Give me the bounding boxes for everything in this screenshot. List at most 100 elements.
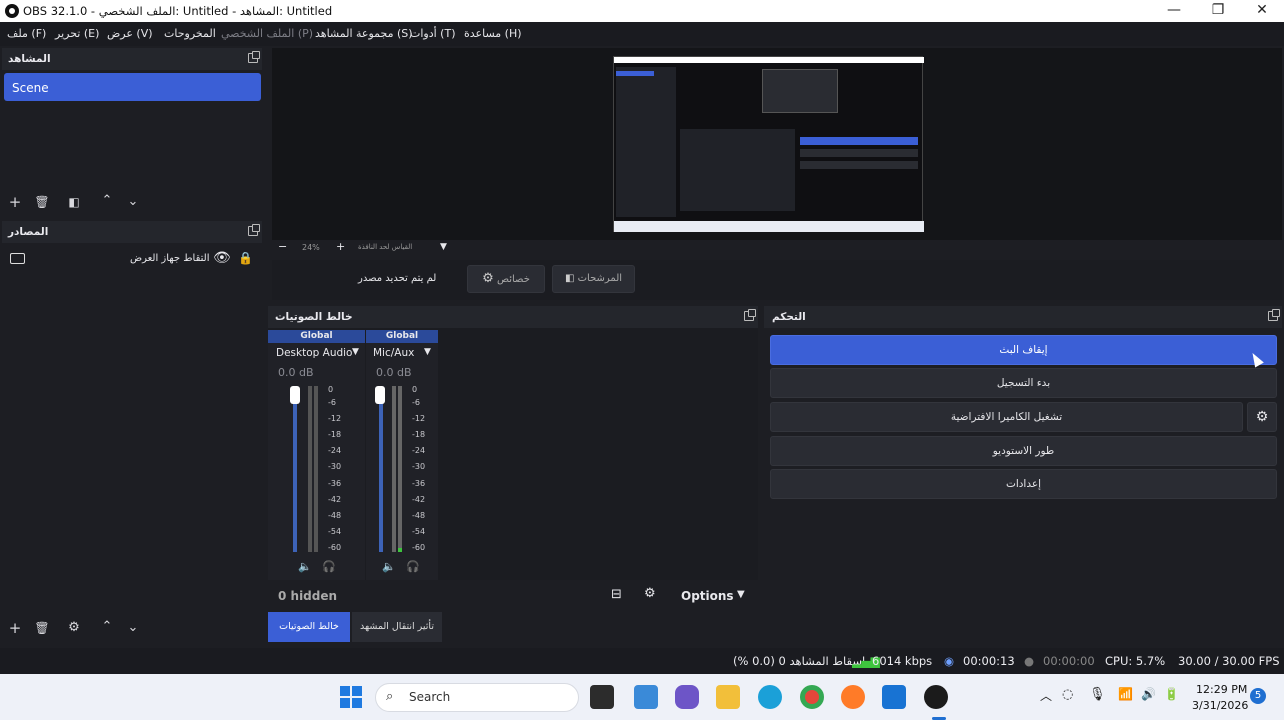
options-button[interactable]: Options: [681, 589, 734, 603]
stop-streaming-button[interactable]: إيقاف البث: [770, 335, 1277, 365]
move-up-icon[interactable]: ⌃: [98, 192, 116, 210]
volume-slider-track[interactable]: [293, 392, 297, 552]
taskbar-search[interactable]: ⌕ Search: [375, 683, 579, 712]
store-icon[interactable]: [882, 685, 906, 709]
volume-slider-track[interactable]: [379, 392, 383, 552]
start-virtual-camera-button[interactable]: تشغيل الكاميرا الافتراضية: [770, 402, 1243, 432]
teams-icon[interactable]: [675, 685, 699, 709]
source-context-bar: لم يتم تحديد مصدر ⚙ خصائص ◧ المرشحات: [272, 260, 1282, 300]
obs-tray-icon[interactable]: ◌: [1062, 687, 1073, 702]
widgets-icon[interactable]: [634, 685, 658, 709]
chrome-icon[interactable]: [800, 685, 824, 709]
settings-button[interactable]: إعدادات: [770, 469, 1277, 499]
gear-icon[interactable]: ⚙: [65, 619, 83, 637]
sources-list: التقاط جهاز العرض 👁 🔒: [2, 243, 262, 613]
windows-start-icon[interactable]: [340, 686, 362, 708]
chevron-down-icon[interactable]: ▼: [352, 347, 359, 357]
level-meter: [392, 386, 396, 552]
zoom-in-button[interactable]: +: [336, 240, 345, 253]
move-down-icon[interactable]: ⌄: [124, 193, 142, 211]
dropped-frames: إسقاط المشاهد 0 (0.0 %): [733, 654, 866, 668]
menu-file[interactable]: ملف (F): [7, 27, 46, 40]
db-mark: -30: [328, 462, 342, 471]
scale-mode-label[interactable]: القياس لحد النافذة: [358, 243, 412, 251]
chevron-down-icon[interactable]: ▼: [424, 347, 431, 357]
chevron-down-icon[interactable]: ▼: [440, 242, 447, 252]
battery-icon[interactable]: 🔋: [1164, 687, 1179, 701]
microphone-icon[interactable]: 🎙: [1089, 687, 1106, 702]
maximize-button[interactable]: ❐: [1196, 0, 1240, 22]
db-scale: 0 -6 -12 -18 -24 -30 -36 -42 -48 -54 -60: [328, 385, 363, 555]
channel-name[interactable]: Desktop Audio: [276, 347, 352, 359]
menu-edit[interactable]: تحرير (E): [55, 27, 99, 40]
volume-slider-handle[interactable]: [375, 386, 385, 404]
headphones-icon[interactable]: 🎧: [322, 560, 336, 573]
minimize-button[interactable]: —: [1152, 0, 1196, 22]
filters-label: المرشحات: [577, 273, 623, 284]
sources-toolbar: + 🗑 ⚙ ⌃ ⌄: [2, 616, 262, 640]
dock-float-icon[interactable]: [1268, 309, 1280, 321]
zoom-level: 24%: [302, 243, 320, 252]
mute-icon[interactable]: 🔈: [382, 560, 396, 573]
menu-help[interactable]: مساعدة (H): [464, 27, 522, 40]
volume-db: 0.0 dB: [278, 366, 314, 379]
title-bar: OBS 32.1.0 - الملف الشخصي: Untitled - ال…: [0, 0, 1284, 22]
filters-button[interactable]: ◧ المرشحات: [552, 265, 635, 293]
mute-icon[interactable]: 🔈: [298, 560, 312, 573]
dock-float-icon[interactable]: [248, 224, 260, 236]
add-icon[interactable]: +: [6, 193, 24, 211]
close-button[interactable]: ✕: [1240, 0, 1284, 22]
advanced-settings-icon[interactable]: ⚙: [644, 586, 656, 601]
menu-scene-collection[interactable]: مجموعة المشاهد (S): [315, 27, 413, 40]
firefox-icon[interactable]: [841, 685, 865, 709]
filter-icon[interactable]: ◧: [65, 193, 83, 211]
obs-taskbar-icon[interactable]: [924, 685, 948, 709]
layout-icon[interactable]: ⊟: [611, 587, 622, 602]
virtual-camera-settings-gear-icon[interactable]: ⚙: [1247, 402, 1277, 432]
zoom-out-button[interactable]: −: [278, 240, 287, 253]
headphones-icon[interactable]: 🎧: [406, 560, 420, 573]
volume-slider-handle[interactable]: [290, 386, 300, 404]
trash-icon[interactable]: 🗑: [33, 619, 51, 637]
move-up-icon[interactable]: ⌃: [98, 618, 116, 636]
level-meter: [398, 386, 402, 552]
lock-icon[interactable]: 🔒: [238, 251, 253, 265]
level-meter: [308, 386, 312, 552]
tab-audio-mixer[interactable]: خالط الصوتيات: [268, 612, 350, 642]
edge-icon[interactable]: [758, 685, 782, 709]
chevron-down-icon[interactable]: ▼: [737, 589, 745, 600]
menu-tools[interactable]: أدوات (T): [410, 27, 456, 40]
properties-button[interactable]: ⚙ خصائص: [467, 265, 545, 293]
start-recording-button[interactable]: بدء التسجيل: [770, 368, 1277, 398]
db-mark: -60: [412, 543, 426, 552]
clock-date[interactable]: 3/31/2026: [1192, 699, 1248, 712]
add-icon[interactable]: +: [6, 619, 24, 637]
trash-icon[interactable]: 🗑: [33, 193, 51, 211]
tab-scene-transitions[interactable]: تأثير انتقال المشهد: [352, 612, 442, 642]
preview-canvas[interactable]: [272, 48, 1282, 240]
audio-channel: Global Desktop Audio ▼ 0.0 dB 0 -6 -12 -…: [268, 330, 365, 580]
db-mark: -42: [412, 495, 426, 504]
menu-view[interactable]: عرض (V): [107, 27, 153, 40]
dock-float-icon[interactable]: [744, 309, 756, 321]
dock-float-icon[interactable]: [248, 51, 260, 63]
wifi-icon[interactable]: 📶: [1118, 687, 1133, 701]
menu-profile[interactable]: الملف الشخصي (P): [221, 27, 313, 40]
eye-icon[interactable]: 👁: [213, 250, 231, 266]
menu-docks[interactable]: المخروحات: [164, 27, 216, 40]
channel-name[interactable]: Mic/Aux: [373, 347, 414, 359]
chevron-up-icon[interactable]: ︿: [1040, 687, 1052, 704]
studio-mode-button[interactable]: طور الاستوديو: [770, 436, 1277, 466]
file-explorer-icon[interactable]: [716, 685, 740, 709]
move-down-icon[interactable]: ⌄: [124, 619, 142, 637]
task-view-icon[interactable]: [590, 685, 614, 709]
notification-badge[interactable]: 5: [1250, 688, 1266, 704]
scenes-toolbar: + 🗑 ◧ ⌃ ⌄: [2, 190, 262, 214]
cpu-usage: CPU: 5.7%: [1105, 654, 1166, 668]
db-scale: 0 -6 -12 -18 -24 -30 -36 -42 -48 -54 -60: [412, 385, 437, 555]
source-item[interactable]: التقاط جهاز العرض 👁 🔒: [2, 249, 262, 271]
clock-time[interactable]: 12:29 PM: [1196, 683, 1247, 696]
bitrate: 6014 kbps: [872, 654, 933, 668]
scene-item[interactable]: Scene: [4, 73, 261, 101]
volume-icon[interactable]: 🔊: [1141, 687, 1156, 701]
